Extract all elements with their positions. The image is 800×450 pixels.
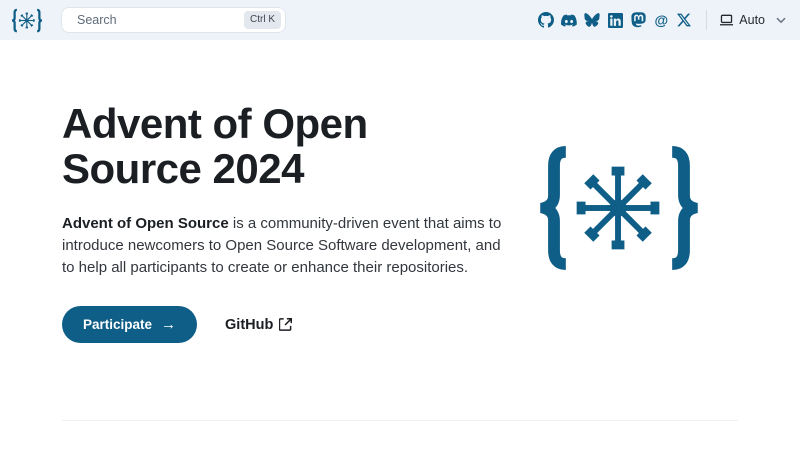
search-box[interactable]: Ctrl K [61,7,286,33]
search-shortcut-badge: Ctrl K [244,11,281,29]
bluesky-icon[interactable] [584,12,600,28]
header-divider [706,10,707,30]
github-link-label: GitHub [225,317,273,333]
cta-row: Participate → GitHub [62,306,800,343]
search-input[interactable] [77,13,238,27]
linkedin-icon[interactable] [607,12,623,28]
brand-logo-icon[interactable] [12,8,42,33]
social-links: @ [538,12,692,28]
page-title: Advent of Open Source 2024 [62,102,492,191]
hero-section: Advent of Open Source 2024 Advent of Ope… [0,40,800,343]
github-link[interactable]: GitHub [225,317,292,333]
hero-description-lead: Advent of Open Source [62,215,229,232]
threads-icon[interactable]: @ [653,12,669,28]
external-link-icon [279,318,292,331]
theme-toggle[interactable]: Auto [719,13,786,27]
laptop-icon [719,13,734,27]
participate-label: Participate [83,317,152,332]
mastodon-icon[interactable] [630,12,646,28]
arrow-right-icon: → [161,316,176,333]
hero-brand-logo-icon [540,144,698,272]
discord-icon[interactable] [561,12,577,28]
x-icon[interactable] [676,12,692,28]
github-icon[interactable] [538,12,554,28]
site-header: Ctrl K @ Auto [0,0,800,40]
hero-description: Advent of Open Source is a community-dri… [62,213,512,279]
chevron-down-icon [776,17,786,24]
participate-button[interactable]: Participate → [62,306,197,343]
theme-label: Auto [739,13,765,27]
section-divider [62,420,738,421]
threads-glyph: @ [654,13,668,27]
